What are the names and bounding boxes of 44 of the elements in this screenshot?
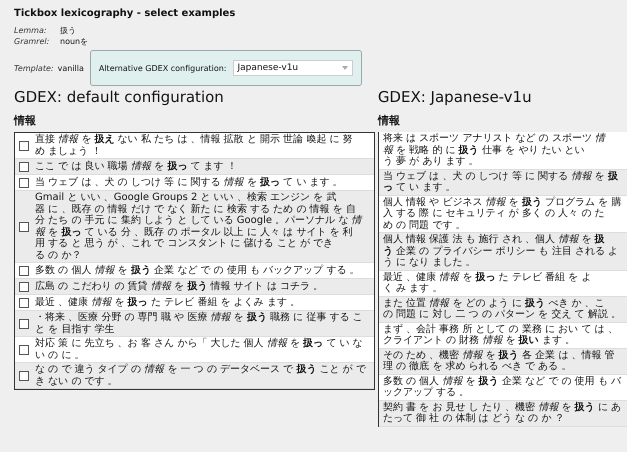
checkbox[interactable] (19, 266, 29, 276)
example-sentence: 最近 、健康 情報 を 扱っ た テレビ 番組 を よく み ます 。 (382, 272, 592, 294)
example-sentence: 将来 は スポーツ アナリスト など の スポーツ 情報 を 戦略 的 に 扱う 仕事 を やり たい という 夢 が あり ます 。 (382, 133, 607, 168)
field-value: 扱う (60, 25, 76, 36)
page-title: Tickbox lexicography - select examples (14, 8, 236, 19)
example-sentence: 個人 情報 や ビジネス 情報 を 扱う プログラム を 購入 する 際 に セキュリティ が 多く の 人々 の ため の 問題 です 。 (382, 196, 622, 231)
example-sentence: な の で 違う タイプ の 情報 を 一 つ の データベース で 扱う こと が でき ない の です 。 (35, 364, 367, 387)
field-value: nounを (60, 36, 88, 47)
example-sentence: Gmail と いい 、Google Groups 2 と いい 、検索 エンジン を 武器 に 、既存 の 情報 だけ で なく 新た に 検索 する ため の 情報 を 自分 たち の 手元 に 集約 しよう と して いる Google 。パーソナル な 情報 を 扱っ て いる 分 、既存 の ポータル 以上 に 人々 は サイト を 利用 する と 思う が 、これ で コンスタント に 儲ける こと が できる の か？ (35, 192, 364, 261)
example-sentence: その ため 、機密 情報 を 扱う 各 企業 は 、情報 管理 の 徹底 を 求め られる べき で ある 。 (382, 350, 616, 372)
example-sentence: 対応 策 に 先立ち 、お 客 さん から「 大した 個人 情報 を 扱っ て い ない の に 。 (35, 338, 364, 361)
checkbox[interactable] (19, 162, 29, 172)
checkbox[interactable] (19, 140, 29, 150)
config-label: Alternative GDEX configuration: (98, 64, 226, 72)
checkbox[interactable] (19, 298, 29, 308)
field-value: vanilla (58, 64, 84, 72)
example-sentence: 当 ウェブ は 、犬 の しつけ 等 に 関する 情報 を 扱っ て い ます 。 (35, 176, 343, 188)
section-heading: GDEX: default configuration (14, 88, 225, 108)
example-sentence: 契約 書 を お 見せ し たり 、機密 情報 を 扱う に あたって 御 社 の 体制 は どう な の か ？ (382, 402, 622, 424)
checkbox[interactable] (19, 318, 29, 328)
checkbox[interactable] (19, 282, 29, 292)
example-sentence: 広島 の こだわり の 賃貸 情報 を 扱う 情報 サイト は コチラ 。 (35, 280, 324, 292)
field-label: Template: (14, 64, 54, 72)
example-sentence: 当 ウェブ は 、犬 の しつけ 等 に 関する 情報 を 扱っ て い ます 。 (382, 170, 619, 194)
checkbox[interactable] (19, 344, 29, 354)
config-dropdown[interactable]: Japanese-v1u (232, 60, 352, 76)
headword: 情報 (378, 113, 401, 128)
example-sentence: 個人 情報 保護 法 も 施行 され 、個人 情報 を 扱う 企業 の プライバシー ポリシー も 注目 される よう に なり ました 。 (382, 234, 620, 268)
example-sentence: 最近 、健康 情報 を 扱っ た テレビ 番組 を よくみ ます 。 (35, 296, 300, 308)
example-sentence: まず 、会計 事務 所 として の 業務 に おい て は 、クライアント の 財務 情報 を 扱い ます 。 (382, 324, 619, 346)
field-label: Gramrel: (14, 37, 50, 46)
example-sentence: 多数 の 個人 情報 を 扱う 企業 など で の 使用 も バックアップ する 。 (35, 264, 360, 276)
dropdown-caret-icon (342, 66, 348, 70)
example-sentence: ここ で は 良い 職場 情報 を 扱っ て ます ！ (35, 160, 237, 172)
checkbox[interactable] (19, 370, 29, 380)
checkbox[interactable] (19, 178, 29, 188)
example-sentence: 多数 の 個人 情報 を 扱う 企業 など で の 使用 も バックアップ する 。 (382, 376, 622, 398)
example-sentence: また 位置 情報 を どの よう に 扱う べき か 、この 問題 に 対し 二 つ の パターン を 交え て 解説 。 (382, 298, 622, 320)
example-sentence: ・将来 、医療 分野 の 専門 職 や 医療 情報 を 扱う 職務 に 従事 する こと を 目指す 学生 (35, 312, 364, 335)
headword: 情報 (14, 113, 37, 128)
field-label: Lemma: (14, 26, 48, 35)
example-sentence: 直接 情報 を 扱え ない 私 たち は 、情報 拡散 と 開示 世論 喚起 に 努め ましょう ！ (35, 134, 354, 157)
checkbox[interactable] (19, 222, 29, 232)
section-heading: GDEX: Japanese-v1u (378, 88, 533, 108)
